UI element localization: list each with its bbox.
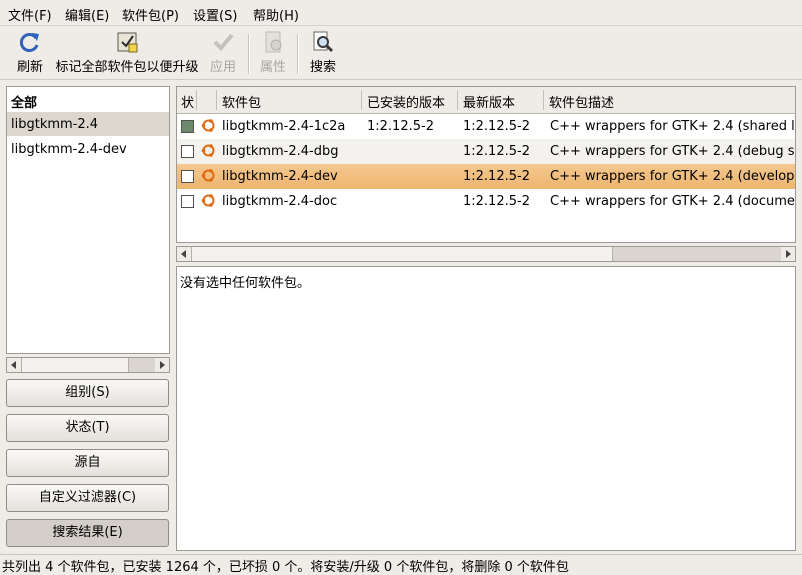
search-icon (311, 30, 335, 54)
package-table: 状 软件包 已安装的版本 最新版本 软件包描述 libgtkmm-2.4-1c2… (176, 86, 796, 243)
filter-item-libgtkmm-2-4[interactable]: libgtkmm-2.4 (7, 112, 169, 136)
scroll-left-arrow-icon[interactable] (177, 247, 191, 261)
toolbar-separator (248, 34, 250, 74)
package-name: libgtkmm-2.4-dbg (222, 144, 339, 159)
column-status[interactable]: 状 (181, 92, 194, 111)
scroll-right-arrow-icon[interactable] (155, 358, 169, 372)
mark-all-upgrades-button[interactable]: 标记全部软件包以便升级 (54, 30, 200, 75)
reload-label: 刷新 (16, 60, 43, 75)
filter-item-libgtkmm-2-4-dev[interactable]: libgtkmm-2.4-dev (7, 137, 169, 161)
package-name: libgtkmm-2.4-1c2a (222, 119, 346, 134)
latest-version: 1:2.12.5-2 (463, 119, 530, 134)
scrollbar-thumb[interactable] (21, 358, 129, 372)
filter-list: 全部 libgtkmm-2.4 libgtkmm-2.4-dev (6, 86, 170, 354)
column-installed-version[interactable]: 已安装的版本 (367, 92, 445, 111)
search-label: 搜索 (309, 60, 336, 75)
no-selection-message: 没有选中任何软件包。 (180, 276, 311, 291)
toolbar: 刷新 标记全部软件包以便升级 应用 属性 搜索 (0, 26, 802, 80)
package-description: C++ wrappers for GTK+ 2.4 (shared librar… (550, 119, 795, 134)
scrollbar-thumb[interactable] (191, 247, 613, 261)
reload-button[interactable]: 刷新 (12, 30, 48, 75)
latest-version: 1:2.12.5-2 (463, 144, 530, 159)
menu-package[interactable]: 软件包(P) (122, 5, 179, 24)
table-row[interactable]: libgtkmm-2.4-doc 1:2.12.5-2 C++ wrappers… (177, 189, 795, 214)
column-description[interactable]: 软件包描述 (549, 92, 614, 111)
filter-item-all[interactable]: 全部 (7, 87, 169, 111)
groups-filter-button[interactable]: 组别(S) (6, 379, 169, 407)
package-description: C++ wrappers for GTK+ 2.4 (documentation… (550, 194, 795, 209)
properties-label: 属性 (259, 60, 286, 75)
table-header: 状 软件包 已安装的版本 最新版本 软件包描述 (177, 87, 795, 114)
apply-label: 应用 (209, 60, 236, 75)
install-checkbox[interactable] (181, 145, 194, 158)
ubuntu-package-icon (201, 194, 215, 207)
scroll-left-arrow-icon[interactable] (7, 358, 21, 372)
properties-button[interactable]: 属性 (256, 30, 290, 75)
ubuntu-package-icon (201, 144, 215, 157)
mark-upgrades-label: 标记全部软件包以便升级 (55, 60, 199, 75)
latest-version: 1:2.12.5-2 (463, 194, 530, 209)
latest-version: 1:2.12.5-2 (463, 169, 530, 184)
menu-settings[interactable]: 设置(S) (193, 5, 237, 24)
table-row[interactable]: libgtkmm-2.4-1c2a 1:2.12.5-2 1:2.12.5-2 … (177, 114, 795, 139)
menu-help[interactable]: 帮助(H) (253, 5, 299, 24)
search-button[interactable]: 搜索 (306, 30, 340, 75)
scroll-right-arrow-icon[interactable] (781, 247, 795, 261)
installed-version: 1:2.12.5-2 (367, 119, 434, 134)
package-name: libgtkmm-2.4-dev (222, 169, 338, 184)
origin-filter-button[interactable]: 源自 (6, 449, 169, 477)
table-row[interactable]: libgtkmm-2.4-dbg 1:2.12.5-2 C++ wrappers… (177, 139, 795, 164)
package-description: C++ wrappers for GTK+ 2.4 (development f… (550, 169, 795, 184)
menu-edit[interactable]: 编辑(E) (65, 5, 109, 24)
package-name: libgtkmm-2.4-doc (222, 194, 338, 209)
package-details-pane: 没有选中任何软件包。 (176, 266, 796, 551)
properties-icon (261, 30, 285, 54)
filter-list-scrollbar[interactable] (6, 357, 170, 373)
table-row-selected[interactable]: libgtkmm-2.4-dev 1:2.12.5-2 C++ wrappers… (177, 164, 795, 189)
search-results-button[interactable]: 搜索结果(E) (6, 519, 169, 547)
status-filter-button[interactable]: 状态(T) (6, 414, 169, 442)
mark-upgrades-icon (115, 30, 139, 54)
install-checkbox[interactable] (181, 195, 194, 208)
toolbar-separator (297, 34, 299, 74)
menu-bar: 文件(F) 编辑(E) 软件包(P) 设置(S) 帮助(H) (0, 0, 802, 26)
ubuntu-package-icon (201, 169, 215, 182)
reload-icon (18, 30, 42, 54)
apply-button[interactable]: 应用 (206, 30, 240, 75)
package-description: C++ wrappers for GTK+ 2.4 (debug symbols… (550, 144, 795, 159)
install-checkbox[interactable] (181, 170, 194, 183)
column-package[interactable]: 软件包 (222, 92, 261, 111)
menu-file[interactable]: 文件(F) (8, 5, 52, 24)
custom-filter-button[interactable]: 自定义过滤器(C) (6, 484, 169, 512)
table-scrollbar[interactable] (176, 246, 796, 262)
status-bar: 共列出 4 个软件包，已安装 1264 个，已坏损 0 个。将安装/升级 0 个… (0, 554, 802, 575)
installed-checkbox[interactable] (181, 120, 194, 133)
ubuntu-package-icon (201, 119, 215, 132)
column-latest-version[interactable]: 最新版本 (463, 92, 515, 111)
apply-icon (211, 30, 235, 54)
